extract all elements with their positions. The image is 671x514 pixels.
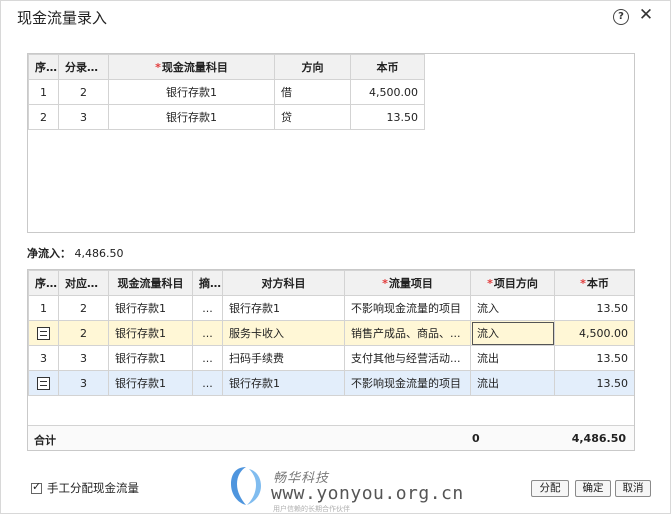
net-inflow: 净流入： 4,486.50 [27,245,123,261]
cell-summary[interactable]: ... [192,370,223,396]
col-header-amount: *本币 [554,270,634,296]
col-header-cash-account: *现金流量科目 [108,54,275,80]
cell-item-direction[interactable]: 流出 [470,370,555,396]
table-header-row: 序号 对应序号 现金流量科目 摘要 对方科目 *流量项目 *项目方向 *本币 [28,270,634,296]
col-header-seq: 序号 [28,270,59,296]
col-header-ref-seq: 对应序号 [58,270,109,296]
cell-seq[interactable] [28,320,59,346]
watermark: 畅华科技 www.yonyou.org.cn 用户信赖的长期合作伙伴 [229,463,469,513]
cell-amount: 13.50 [350,104,425,130]
cell-summary[interactable]: ... [192,320,223,346]
cell-amount: 4,500.00 [350,79,425,105]
total-amount: 4,486.50 [571,432,626,445]
cell-amount[interactable]: 13.50 [554,370,634,396]
required-mark: * [382,277,388,290]
table-row[interactable]: 1 2 银行存款1 借 4,500.00 [28,79,425,105]
cell-item-direction-editing[interactable]: 流入 [470,320,555,346]
cell-amount[interactable]: 4,500.00 [554,320,634,346]
cell-ref-seq: 2 [58,320,109,346]
cell-seq[interactable] [28,370,59,396]
cell-ref-seq: 2 [58,295,109,321]
col-header-seq: 序号 [28,54,59,80]
cell-seq: 1 [28,79,59,105]
cash-flow-items-table: 序号 对应序号 现金流量科目 摘要 对方科目 *流量项目 *项目方向 *本币 1… [28,270,634,396]
cancel-button[interactable]: 取消 [615,480,651,497]
cell-cash-account: 银行存款1 [108,370,193,396]
entry-lines-panel: 序号 分录序号 *现金流量科目 方向 本币 1 2 银行存款1 借 4,500.… [27,53,635,233]
table-row[interactable]: 2 银行存款1 ... 服务卡收入 销售产成品、商品、... 流入 4,500.… [28,320,634,346]
required-mark: * [155,61,161,74]
close-icon[interactable]: ✕ [637,5,655,25]
cell-direction: 贷 [274,104,351,130]
col-header-flow-item: *流量项目 [344,270,471,296]
table-row[interactable]: 3 3 银行存款1 ... 扫码手续费 支付其他与经营活动... 流出 13.5… [28,345,634,371]
cell-direction: 借 [274,79,351,105]
manual-allocate-option[interactable]: 手工分配现金流量 [31,480,139,496]
col-header-cash-account: 现金流量科目 [108,270,193,296]
cell-counter-account: 银行存款1 [222,370,345,396]
entry-lines-table: 序号 分录序号 *现金流量科目 方向 本币 1 2 银行存款1 借 4,500.… [28,54,425,130]
col-header-item-direction: *项目方向 [470,270,555,296]
required-mark: * [580,277,586,290]
cell-cash-account[interactable]: 银行存款1 [108,104,275,130]
cell-cash-account: 银行存款1 [108,320,193,346]
cash-flow-entry-dialog: 现金流量录入 ? ✕ 序号 分录序号 *现金流量科目 方向 本币 1 2 银行存… [0,0,671,514]
cell-counter-account: 服务卡收入 [222,320,345,346]
brand-logo-icon [231,467,261,505]
col-header-entry-seq: 分录序号 [58,54,109,80]
cell-cash-account[interactable]: 银行存款1 [108,79,275,105]
cell-counter-account: 扫码手续费 [222,345,345,371]
col-header-counter-account: 对方科目 [222,270,345,296]
manual-allocate-label: 手工分配现金流量 [47,481,139,495]
cash-flow-items-panel: 序号 对应序号 现金流量科目 摘要 对方科目 *流量项目 *项目方向 *本币 1… [27,269,635,451]
cell-cash-account: 银行存款1 [108,345,193,371]
dialog-title: 现金流量录入 [17,9,108,27]
col-header-direction: 方向 [274,54,351,80]
cell-summary[interactable]: ... [192,345,223,371]
table-row-selected[interactable]: 3 银行存款1 ... 银行存款1 不影响现金流量的项目 流出 13.50 [28,370,634,396]
net-inflow-value: 4,486.50 [74,247,124,260]
cell-amount[interactable]: 13.50 [554,295,634,321]
help-icon[interactable]: ? [613,9,629,25]
net-inflow-label: 净流入： [27,247,71,260]
cell-entry-seq: 2 [58,79,109,105]
cell-seq: 2 [28,104,59,130]
total-direction-value: 0 [472,432,480,445]
total-label: 合计 [34,434,56,447]
row-menu-icon[interactable] [37,376,50,390]
cell-ref-seq: 3 [58,370,109,396]
cell-item-direction[interactable]: 流入 [470,295,555,321]
cell-item-direction[interactable]: 流出 [470,345,555,371]
cell-flow-item[interactable]: 销售产成品、商品、... [344,320,471,346]
cell-flow-item[interactable]: 支付其他与经营活动... [344,345,471,371]
cell-seq: 1 [28,295,59,321]
watermark-url: www.yonyou.org.cn [271,483,464,504]
cell-amount[interactable]: 13.50 [554,345,634,371]
row-menu-icon[interactable] [37,326,50,340]
col-header-summary: 摘要 [192,270,223,296]
cell-cash-account: 银行存款1 [108,295,193,321]
total-row: 合计 0 4,486.50 [28,425,634,450]
table-row[interactable]: 1 2 银行存款1 ... 银行存款1 不影响现金流量的项目 流入 13.50 [28,295,634,321]
col-header-amount: 本币 [350,54,425,80]
titlebar: 现金流量录入 ? ✕ [1,1,670,33]
allocate-button[interactable]: 分配 [531,480,569,497]
cell-entry-seq: 3 [58,104,109,130]
cell-flow-item[interactable]: 不影响现金流量的项目 [344,370,471,396]
table-header-row: 序号 分录序号 *现金流量科目 方向 本币 [28,54,425,80]
ok-button[interactable]: 确定 [575,480,611,497]
cell-counter-account: 银行存款1 [222,295,345,321]
manual-allocate-checkbox[interactable] [31,480,42,494]
table-row[interactable]: 2 3 银行存款1 贷 13.50 [28,104,425,130]
cell-ref-seq: 3 [58,345,109,371]
required-mark: * [487,277,493,290]
cell-flow-item[interactable]: 不影响现金流量的项目 [344,295,471,321]
cell-seq: 3 [28,345,59,371]
cell-summary[interactable]: ... [192,295,223,321]
watermark-tagline: 用户信赖的长期合作伙伴 [273,505,350,513]
